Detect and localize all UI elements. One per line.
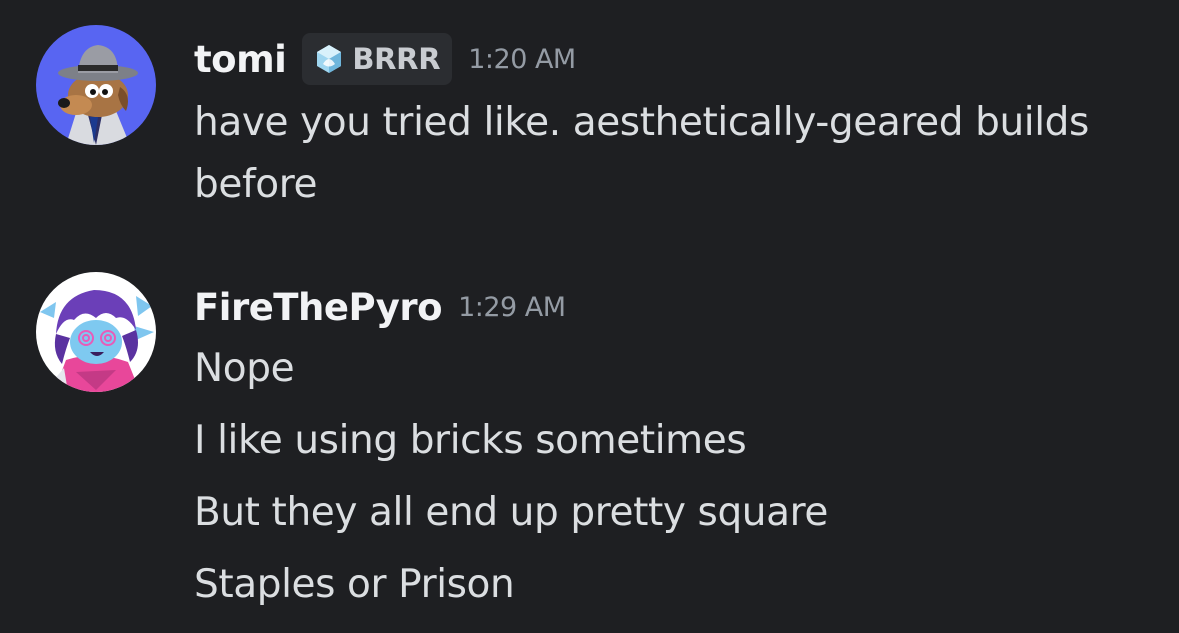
message-text-line: But they all end up pretty square xyxy=(194,490,828,535)
timestamp[interactable]: 1:29 AM xyxy=(458,292,566,323)
user-tag[interactable]: BRRR xyxy=(302,33,453,85)
avatar[interactable] xyxy=(36,25,156,145)
message-text-line: Nope xyxy=(194,346,295,391)
username[interactable]: tomi xyxy=(194,38,287,81)
timestamp[interactable]: 1:20 AM xyxy=(468,44,576,75)
message-text-line: Staples or Prison xyxy=(194,562,515,607)
message-text-line: before xyxy=(194,162,318,207)
message-text-line: I like using bricks sometimes xyxy=(194,418,747,463)
tag-label: BRRR xyxy=(352,42,441,76)
message-text-line: have you tried like. aesthetically-geare… xyxy=(194,100,1089,145)
message-header: FireThePyro 1:29 AM xyxy=(194,280,566,334)
character-avatar-icon xyxy=(36,272,156,392)
message-header: tomi BRRR 1:20 AM xyxy=(194,32,576,86)
avatar[interactable] xyxy=(36,272,156,392)
ice-cube-icon xyxy=(317,45,342,73)
dog-avatar-icon xyxy=(36,25,156,145)
username[interactable]: FireThePyro xyxy=(194,286,443,329)
